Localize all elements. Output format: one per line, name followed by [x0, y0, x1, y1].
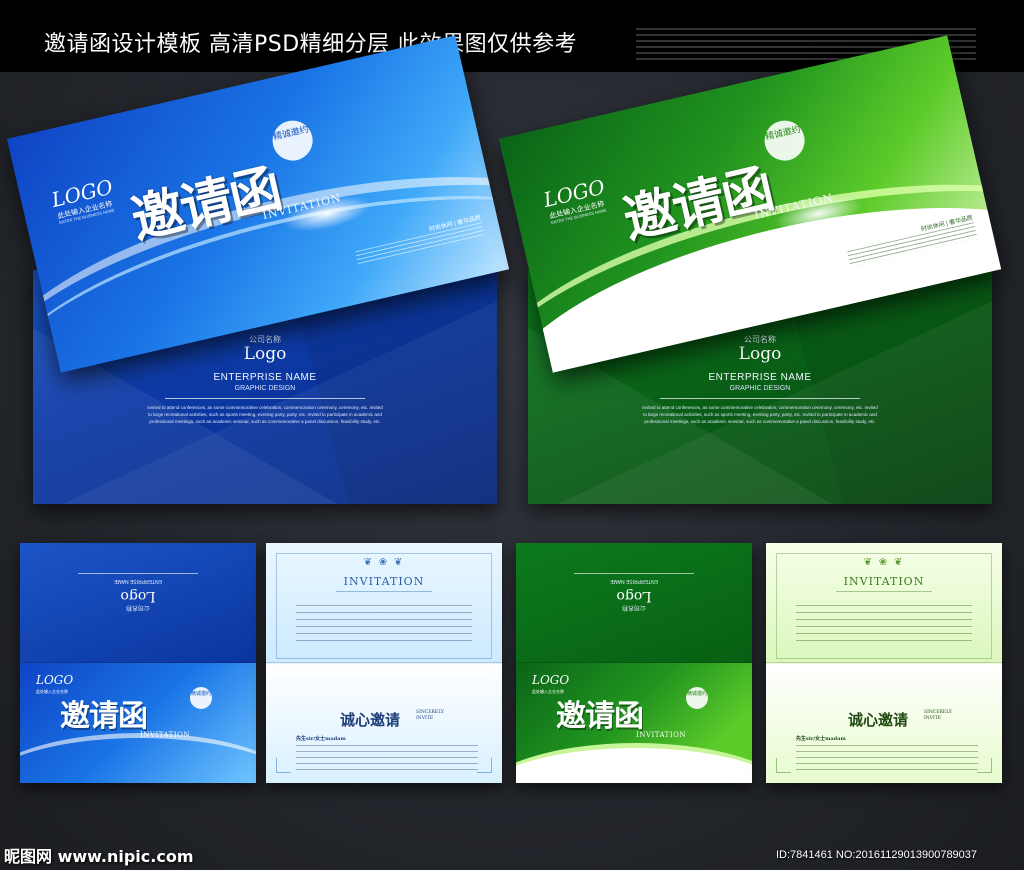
page-title: 邀请函设计模板 高清PSD精细分层 此效果图仅供参考 — [44, 32, 578, 57]
enterprise-name: ENTERPRISE NAME — [114, 578, 162, 584]
enterprise-name: ENTERPRISE NAME — [610, 578, 658, 584]
description-paragraph: Invited to attend conferences, as some c… — [147, 405, 383, 424]
upside-down-back: 公司名称 Logo ENTERPRISE NAME — [516, 569, 752, 613]
fold-line — [766, 662, 1002, 663]
enterprise-name: ENTERPRISE NAME — [708, 372, 812, 383]
green-outside-spread: 公司名称 Logo ENTERPRISE NAME LOGO 此处输入企业名称 … — [516, 543, 752, 783]
salutation: 先生sir/女士madam — [796, 736, 846, 742]
letter-body-text — [796, 745, 978, 771]
headline-english: INVITATION — [140, 731, 190, 739]
badge-seal: 精诚邀约 — [190, 687, 212, 709]
letter-body-text — [296, 745, 478, 771]
mini-front-cover: LOGO 此处输入企业名称 邀请函 精诚邀约 INVITATION — [20, 663, 256, 783]
fold-line — [516, 662, 752, 663]
graphic-design-label: GRAPHIC DESIGN — [729, 385, 791, 392]
sincere-invite-cn: 诚心邀请 — [340, 711, 401, 729]
mini-front-cover: LOGO 此处输入企业名称 邀请函 精诚邀约 INVITATION — [516, 663, 752, 783]
company-name-cn: 公司名称 — [622, 604, 647, 610]
divider — [165, 398, 365, 399]
sincere-invite-cn: 诚心邀请 — [848, 711, 909, 729]
ornament-icon: ❦ ❀ ❦ — [863, 557, 905, 568]
company-name-cn: 公司名称 — [126, 604, 151, 610]
badge-seal: 精诚邀约 — [268, 116, 317, 165]
upside-down-back: 公司名称 Logo ENTERPRISE NAME — [20, 569, 256, 613]
divider — [836, 591, 932, 592]
back-logo: Logo — [120, 588, 156, 604]
front-logo: LOGO — [36, 673, 74, 687]
badge-seal: 精诚邀约 — [760, 116, 809, 165]
sincere-invite-en: SINCERELY INVITE — [924, 710, 952, 721]
enterprise-name: ENTERPRISE NAME — [213, 372, 317, 383]
ornament-icon: ❦ ❀ ❦ — [363, 557, 405, 568]
description-paragraph: Invited to attend conferences, as some c… — [642, 405, 878, 424]
graphic-design-label: GRAPHIC DESIGN — [234, 385, 296, 392]
blue-inside-spread: ❦ ❀ ❦ INVITATION 诚心邀请 SINCERELY INVITE 先… — [266, 543, 502, 783]
divider — [336, 591, 432, 592]
invitation-title: INVITATION — [343, 575, 425, 588]
headline-english: INVITATION — [636, 731, 686, 739]
blue-outside-spread: 公司名称 Logo ENTERPRISE NAME LOGO 此处输入企业名称 … — [20, 543, 256, 783]
corner-ornament — [276, 758, 291, 773]
invitation-body-text — [296, 605, 472, 645]
invitation-body-text — [796, 605, 972, 645]
front-logo: LOGO — [532, 673, 570, 687]
divider — [574, 573, 694, 574]
watermark-id: ID:7841461 NO:20161129013900789037 — [776, 849, 978, 861]
sincere-invite-en: SINCERELY INVITE — [416, 710, 444, 721]
corner-ornament — [776, 758, 791, 773]
divider — [660, 398, 860, 399]
corner-ornament — [977, 758, 992, 773]
corner-ornament — [477, 758, 492, 773]
badge-seal: 精诚邀约 — [686, 687, 708, 709]
invitation-title: INVITATION — [843, 575, 925, 588]
green-inside-spread: ❦ ❀ ❦ INVITATION 诚心邀请 SINCERELY INVITE 先… — [766, 543, 1002, 783]
headline: 邀请函 — [60, 699, 148, 734]
fold-line — [20, 662, 256, 663]
divider — [78, 573, 198, 574]
watermark-logo: 昵图网 www.nipic.com — [4, 847, 194, 866]
headline: 邀请函 — [556, 699, 644, 734]
white-wave — [516, 743, 752, 783]
fold-line — [266, 662, 502, 663]
light-swoosh — [20, 733, 256, 783]
back-logo: Logo — [616, 588, 652, 604]
salutation: 先生sir/女士madam — [296, 736, 346, 742]
